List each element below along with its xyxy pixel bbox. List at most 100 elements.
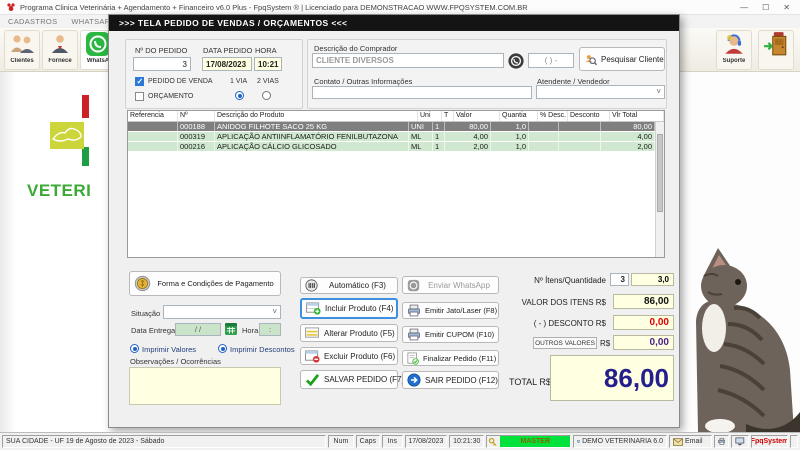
table-header-cell[interactable]: % Desc. — [538, 111, 568, 121]
finalizar-pedido-button[interactable]: Finalizar Pedido (F11) — [402, 350, 499, 366]
orcamento-checkbox[interactable] — [135, 92, 144, 101]
desconto-field: 0,00 — [613, 315, 674, 330]
close-button[interactable]: ✕ — [783, 3, 790, 12]
printer-cupom-icon — [408, 328, 420, 341]
toolbar-exit-button[interactable] — [758, 30, 794, 70]
excluir-produto-button[interactable]: Excluir Produto (F6) — [300, 347, 398, 365]
table-cell — [559, 132, 601, 141]
table-cell: 1,0 — [491, 122, 529, 131]
calendar-icon[interactable] — [225, 323, 237, 335]
status-monitor[interactable] — [731, 435, 750, 448]
status-user-name: MASTER — [500, 436, 571, 447]
table-header-cell[interactable]: Quantia — [500, 111, 538, 121]
status-company: DEMO VETERINARIA 6.0 — [573, 435, 667, 448]
table-cell: 4,00 — [445, 132, 491, 141]
data-entrega-field[interactable]: / / — [175, 323, 221, 336]
alterar-produto-button[interactable]: Alterar Produto (F5) — [300, 324, 398, 342]
status-ins: Ins — [382, 435, 403, 448]
outros-valores-field: 0,00 — [613, 335, 674, 350]
emitir-cupom-button[interactable]: Emitir CUPOM (F10) — [402, 326, 499, 343]
table-header-cell[interactable]: Desconto — [568, 111, 610, 121]
automatico-button[interactable]: Automático (F3) — [300, 277, 398, 294]
app-paw-icon — [7, 3, 15, 11]
table-cell: APLICAÇÃO ANTIINFLAMATÓRIO FENILBUTAZONA — [215, 132, 409, 141]
table-header-cell[interactable]: Uni — [418, 111, 442, 121]
via2-radio[interactable] — [262, 91, 271, 100]
status-caps: Caps — [355, 435, 381, 448]
table-header-cell[interactable]: T — [442, 111, 454, 121]
table-cell: 1 — [433, 132, 445, 141]
clients-icon — [11, 35, 34, 53]
salvar-pedido-button[interactable]: SALVAR PEDIDO (F7) — [300, 370, 404, 389]
pesquisar-cliente-button[interactable]: Pesquisar Cliente — [579, 47, 665, 71]
outros-valores-button[interactable]: OUTROS VALORES — [533, 337, 597, 349]
table-header-cell[interactable]: Descrição do Produto — [215, 111, 418, 121]
toolbar-fornecedores-button[interactable]: Fornece — [42, 30, 78, 70]
printer-icon — [408, 304, 420, 317]
table-header-cell[interactable]: Valor — [454, 111, 500, 121]
table-header-cell[interactable]: Vlr Total — [610, 111, 664, 121]
incluir-produto-button[interactable]: Incluir Produto (F4) — [300, 298, 398, 319]
whatsapp-send-icon[interactable] — [508, 53, 524, 69]
via2-label: 2 VIAS — [257, 78, 279, 85]
window-titlebar: Programa Clinica Veterinária + Agendamen… — [0, 0, 800, 15]
table-cell: 80,00 — [601, 122, 655, 131]
minimize-button[interactable]: — — [740, 3, 748, 12]
numero-pedido-field[interactable]: 3 — [133, 57, 191, 71]
computer-icon — [577, 440, 580, 443]
emitir-jato-button[interactable]: Emitir Jato/Laser (F8) — [402, 302, 499, 319]
printer-small-icon — [718, 437, 726, 445]
table-cell: 1 — [433, 122, 445, 131]
situacao-dropdown[interactable] — [163, 305, 281, 319]
status-printer[interactable] — [713, 435, 730, 448]
key-icon — [489, 437, 497, 446]
search-client-icon — [585, 54, 597, 65]
toolbar-clientes-label: Clientes — [10, 58, 34, 64]
toolbar-suporte-button[interactable]: Suporte — [716, 30, 752, 70]
table-row[interactable]: 000188 ANIDOG FILHOTE SACO 25 KG UNI 1 80,00… — [128, 122, 655, 132]
status-num: Num — [328, 435, 354, 448]
contato-field[interactable] — [312, 86, 532, 99]
table-row[interactable]: 000216 APLICAÇÃO CÁLCIO GLICOSADO ML 1 2,00 1… — [128, 142, 655, 152]
table-cell — [559, 142, 601, 151]
status-key — [790, 435, 798, 448]
data-pedido-field[interactable]: 17/08/2023 — [202, 57, 252, 71]
data-entrega-label: Data Entrega — [131, 326, 176, 335]
email-icon — [673, 437, 683, 446]
via1-radio[interactable] — [235, 91, 244, 100]
supplier-icon — [52, 35, 68, 53]
status-email[interactable]: Email — [669, 435, 712, 448]
add-product-icon — [306, 302, 321, 315]
logo-stripe-red — [82, 95, 89, 118]
hora-pedido-field[interactable]: 10:21 — [254, 57, 282, 71]
dialog-titlebar[interactable]: >>> TELA PEDIDO DE VENDAS / ORÇAMENTOS <… — [109, 15, 679, 31]
total-label: TOTAL R$ — [509, 377, 551, 387]
table-row[interactable]: 000319 APLICAÇÃO ANTIINFLAMATÓRIO FENILBU… — [128, 132, 655, 142]
toolbar-clientes-button[interactable]: Clientes — [4, 30, 40, 70]
sair-pedido-button[interactable]: SAIR PEDIDO (F12) — [402, 371, 499, 389]
table-cell — [529, 132, 559, 141]
hora-entrega-label: Hora — [242, 326, 259, 335]
valor-itens-field: 86,00 — [613, 294, 674, 309]
table-scrollbar-thumb[interactable] — [657, 134, 663, 212]
status-time: 10:21:30 — [449, 435, 485, 448]
table-header-cell[interactable]: Nº — [178, 111, 215, 121]
imprimir-descontos-radio[interactable] — [218, 344, 227, 353]
comprador-field[interactable]: CLIENTE DIVERSOS — [312, 53, 504, 68]
forma-pagamento-button[interactable]: Forma e Condições de Pagamento — [129, 271, 281, 296]
pedido-venda-checkbox[interactable] — [135, 77, 144, 86]
telefone-field[interactable]: ( ) - — [528, 53, 574, 68]
automatic-icon — [305, 279, 318, 292]
table-cell — [529, 122, 559, 131]
hora-entrega-field[interactable]: : — [259, 323, 281, 336]
menu-cadastros[interactable]: CADASTROS — [8, 17, 57, 26]
table-cell: 1 — [433, 142, 445, 151]
enviar-whatsapp-button[interactable]: Enviar WhatsApp — [402, 276, 499, 294]
imprimir-valores-radio[interactable] — [130, 344, 139, 353]
maximize-button[interactable]: ☐ — [762, 3, 769, 12]
table-scrollbar[interactable] — [655, 122, 664, 257]
status-location: SUA CIDADE - UF 19 de Agosto de 2023 - S… — [2, 435, 327, 448]
atendente-dropdown[interactable] — [536, 85, 665, 99]
observacoes-textarea[interactable] — [129, 367, 281, 405]
table-header-cell[interactable]: Referencia — [128, 111, 178, 121]
